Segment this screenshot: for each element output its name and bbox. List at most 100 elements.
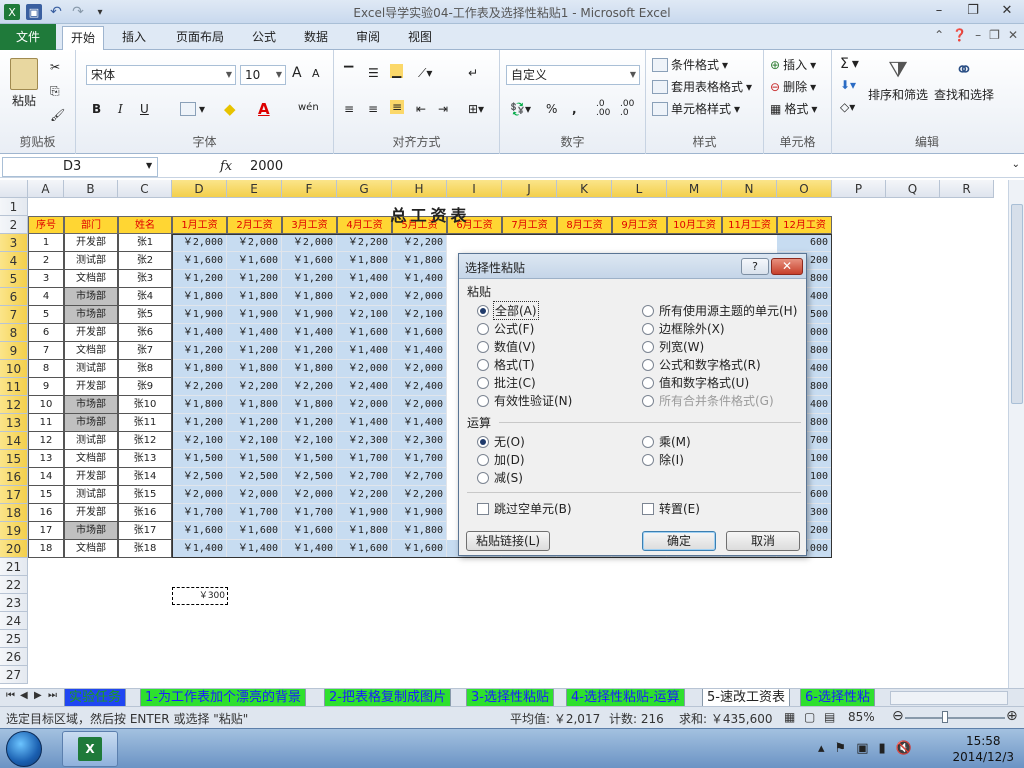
table-cell[interactable]: 市场部	[64, 522, 118, 540]
table-cell[interactable]: 张14	[118, 468, 172, 486]
table-cell[interactable]: ￥2,300	[392, 432, 447, 450]
merge-center-icon[interactable]: ⊞▾	[468, 102, 484, 116]
find-select-button[interactable]: ⚭ 查找和选择	[934, 58, 994, 103]
row-header-12[interactable]: 12	[0, 396, 28, 414]
table-cell[interactable]: ￥2,100	[282, 432, 337, 450]
table-cell[interactable]: ￥1,700	[172, 504, 227, 522]
table-cell[interactable]: ￥2,700	[392, 468, 447, 486]
collapse-ribbon-icon[interactable]: ⌃	[934, 28, 944, 42]
tab-page-layout[interactable]: 页面布局	[168, 24, 232, 50]
table-cell[interactable]: 张5	[118, 306, 172, 324]
cancel-button[interactable]: 取消	[726, 531, 800, 551]
table-cell[interactable]: 测试部	[64, 360, 118, 378]
align-right-icon[interactable]: ≡	[390, 100, 405, 114]
table-cell[interactable]: ￥2,500	[282, 468, 337, 486]
paste-option-radio[interactable]: 格式(T)	[477, 356, 535, 373]
row-header-21[interactable]: 21	[0, 558, 28, 576]
clear-icon[interactable]: ◇▾	[840, 100, 855, 114]
table-cell[interactable]: ￥2,700	[337, 468, 392, 486]
column-header-j[interactable]: J	[502, 180, 557, 198]
table-cell[interactable]: ￥2,200	[392, 486, 447, 504]
comma-button[interactable]: ,	[572, 102, 577, 116]
row-header-3[interactable]: 3	[0, 234, 28, 252]
table-cell[interactable]: ￥1,400	[337, 342, 392, 360]
table-cell[interactable]: ￥1,700	[392, 450, 447, 468]
table-cell[interactable]: 10	[28, 396, 64, 414]
column-header-l[interactable]: L	[612, 180, 667, 198]
table-cell[interactable]: ￥1,800	[392, 252, 447, 270]
paste-option-radio[interactable]: 边框除外(X)	[642, 320, 725, 337]
table-cell[interactable]: 张16	[118, 504, 172, 522]
page-layout-view-icon[interactable]: ▢	[804, 710, 815, 724]
table-cell[interactable]: 开发部	[64, 324, 118, 342]
row-header-26[interactable]: 26	[0, 648, 28, 666]
currency-icon[interactable]: 💱▾	[510, 102, 531, 116]
device-icon[interactable]: ▣	[856, 741, 868, 756]
table-cell[interactable]: 14	[28, 468, 64, 486]
table-cell[interactable]: 张4	[118, 288, 172, 306]
table-cell[interactable]: 600	[777, 234, 832, 252]
horizontal-scrollbar[interactable]	[890, 691, 1008, 705]
column-header-d[interactable]: D	[172, 180, 227, 198]
row-header-11[interactable]: 11	[0, 378, 28, 396]
table-cell[interactable]: 张2	[118, 252, 172, 270]
table-cell[interactable]: 开发部	[64, 504, 118, 522]
table-cell[interactable]: ￥1,400	[282, 324, 337, 342]
table-cell[interactable]: ￥2,000	[227, 234, 282, 252]
close-button[interactable]: ✕	[990, 0, 1024, 22]
underline-button[interactable]: U	[140, 102, 149, 116]
insert-function-icon[interactable]: fx	[220, 159, 232, 174]
table-cell[interactable]: ￥1,200	[172, 270, 227, 288]
table-cell[interactable]: ￥1,800	[282, 288, 337, 306]
number-format-box[interactable]: 自定义 ▼	[506, 65, 640, 85]
table-cell[interactable]: ￥1,900	[282, 306, 337, 324]
format-cells-button[interactable]: ▦ 格式 ▾	[770, 100, 817, 117]
table-cell[interactable]: ￥1,600	[392, 540, 447, 558]
column-header-k[interactable]: K	[557, 180, 612, 198]
table-cell[interactable]: 8	[28, 360, 64, 378]
paste-button[interactable]: 粘贴	[10, 58, 38, 109]
table-cell[interactable]: ￥1,400	[392, 342, 447, 360]
table-cell[interactable]: ￥2,200	[227, 378, 282, 396]
show-hidden-icons-icon[interactable]: ▴	[818, 741, 825, 756]
column-header-b[interactable]: B	[64, 180, 118, 198]
table-cell[interactable]: ￥1,200	[172, 342, 227, 360]
column-header-g[interactable]: G	[337, 180, 392, 198]
table-cell[interactable]: 开发部	[64, 234, 118, 252]
skip-blanks-checkbox[interactable]: 跳过空单元(B)	[477, 500, 572, 517]
table-cell[interactable]: ￥1,200	[282, 270, 337, 288]
table-cell[interactable]: ￥1,800	[337, 522, 392, 540]
table-cell[interactable]: ￥2,500	[172, 468, 227, 486]
table-cell[interactable]: 文档部	[64, 270, 118, 288]
table-cell[interactable]: 张11	[118, 414, 172, 432]
row-header-17[interactable]: 17	[0, 486, 28, 504]
row-header-4[interactable]: 4	[0, 252, 28, 270]
cut-icon[interactable]: ✂	[50, 60, 60, 74]
column-header-p[interactable]: P	[832, 180, 886, 198]
column-header-e[interactable]: E	[227, 180, 282, 198]
font-name-box[interactable]: 宋体 ▼	[86, 65, 236, 85]
table-cell[interactable]: 张6	[118, 324, 172, 342]
table-cell[interactable]: 张12	[118, 432, 172, 450]
table-cell[interactable]: 3	[28, 270, 64, 288]
table-cell[interactable]: 1	[28, 234, 64, 252]
table-cell[interactable]: ￥2,200	[392, 234, 447, 252]
table-cell[interactable]: 6	[28, 324, 64, 342]
sheet-title[interactable]: 总工资表	[28, 207, 833, 225]
grow-font-button[interactable]: A	[292, 65, 302, 81]
last-sheet-icon[interactable]: ⏭	[48, 690, 57, 701]
start-button[interactable]	[6, 731, 42, 767]
zoom-in-icon[interactable]: ⊕	[1006, 708, 1018, 724]
table-cell[interactable]: ￥1,400	[392, 414, 447, 432]
table-cell[interactable]: ￥1,800	[337, 252, 392, 270]
table-cell[interactable]: ￥2,200	[337, 234, 392, 252]
table-cell[interactable]: 12	[28, 432, 64, 450]
table-cell[interactable]: ￥2,000	[227, 486, 282, 504]
column-header-a[interactable]: A	[28, 180, 64, 198]
sheet-tab[interactable]: 2-把表格复制成图片	[324, 689, 451, 707]
column-header-f[interactable]: F	[282, 180, 337, 198]
table-cell[interactable]: ￥1,600	[282, 252, 337, 270]
table-cell[interactable]: 4	[28, 288, 64, 306]
sheet-tab[interactable]: 4-选择性粘贴-运算	[566, 689, 685, 707]
table-cell[interactable]: 张15	[118, 486, 172, 504]
